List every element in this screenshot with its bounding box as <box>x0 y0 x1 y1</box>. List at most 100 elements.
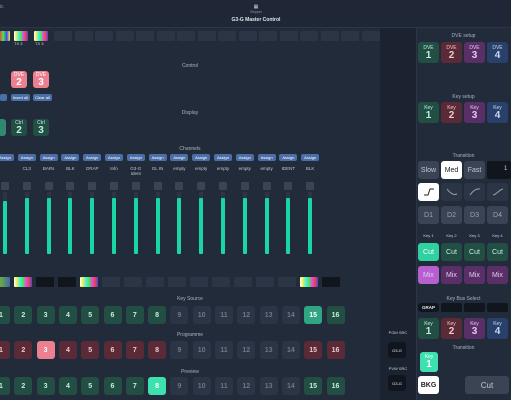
empty-thumb[interactable] <box>238 31 257 41</box>
key-bus-slot[interactable] <box>464 303 485 312</box>
programme-button[interactable]: 12 <box>237 341 256 359</box>
channel-fader-handle[interactable] <box>175 182 184 190</box>
speed-slow-button[interactable]: Slow <box>418 161 439 179</box>
key-source-button[interactable]: 4 <box>58 306 77 324</box>
source-thumb[interactable] <box>168 277 186 287</box>
preview-button[interactable]: 2 <box>14 377 33 395</box>
key-source-button[interactable]: 13 <box>259 306 278 324</box>
preview-button[interactable]: 14 <box>281 377 300 395</box>
key3-cut-button[interactable]: Cut <box>464 243 485 261</box>
source-thumb[interactable] <box>234 277 252 287</box>
dve-buttons-1[interactable]: DVE 1 <box>418 42 439 63</box>
key4-cut-button[interactable]: Cut <box>487 243 508 261</box>
dve-buttons-3[interactable]: DVE 3 <box>464 42 485 63</box>
channel-assign-button[interactable]: Assign <box>17 154 36 161</box>
preview-thumb[interactable] <box>14 31 28 41</box>
key-source-button[interactable]: 14 <box>281 306 300 324</box>
key-source-button[interactable]: 6 <box>103 306 122 324</box>
programme-button[interactable]: 2 <box>14 341 33 359</box>
programme-button[interactable]: 8 <box>148 341 167 359</box>
key-bus_buttons-1[interactable]: Key 1 <box>418 318 439 339</box>
programme-button[interactable]: 5 <box>81 341 100 359</box>
preview-button[interactable]: 13 <box>259 377 278 395</box>
channel-assign-button[interactable]: Assign <box>0 154 14 161</box>
source-thumb[interactable] <box>80 277 98 287</box>
empty-thumb[interactable] <box>197 31 216 41</box>
empty-thumb[interactable] <box>115 31 134 41</box>
dve-buttons-4[interactable]: DVE 4 <box>487 42 508 63</box>
duration-d3-button[interactable]: D3 <box>464 206 485 224</box>
source-thumb[interactable] <box>146 277 164 287</box>
channel-fader-handle[interactable] <box>44 182 53 190</box>
programme-button[interactable]: 15 <box>304 341 323 359</box>
key-bus-slot[interactable] <box>487 303 508 312</box>
channel-assign-button[interactable]: Assign <box>235 154 254 161</box>
key1-cut-button[interactable]: Cut <box>418 243 439 261</box>
source-thumb[interactable] <box>300 277 318 287</box>
source-thumb[interactable] <box>58 277 76 287</box>
dve-buttons-2[interactable]: DVE 2 <box>441 42 462 63</box>
control-dve-3-button[interactable]: DVE 3 <box>33 71 49 88</box>
programme-button[interactable]: 10 <box>192 341 211 359</box>
programme-button[interactable]: 6 <box>103 341 122 359</box>
display-ctrl-3-button[interactable]: Ctrl 3 <box>33 119 49 136</box>
key-buttons-2[interactable]: Key 2 <box>441 102 462 123</box>
programme-button[interactable]: 4 <box>58 341 77 359</box>
channel-assign-button[interactable]: Assign <box>148 154 167 161</box>
transition-key1-button[interactable]: Key 1 <box>420 352 438 372</box>
preview-button[interactable]: 7 <box>125 377 144 395</box>
source-thumb[interactable] <box>322 277 340 287</box>
empty-thumb[interactable] <box>341 31 359 41</box>
channel-fader-handle[interactable] <box>197 182 206 190</box>
channel-fader-handle[interactable] <box>262 182 271 190</box>
empty-thumb[interactable] <box>74 31 93 41</box>
source-thumb[interactable] <box>124 277 142 287</box>
key-source-button[interactable]: 3 <box>36 306 55 324</box>
preview-button[interactable]: 12 <box>237 377 256 395</box>
pgm-src-value[interactable]: G3-G <box>388 342 406 358</box>
key-source-button[interactable]: 2 <box>14 306 33 324</box>
preview-button[interactable]: 5 <box>81 377 100 395</box>
programme-button[interactable]: 3 <box>36 341 55 359</box>
channel-fader-handle[interactable] <box>153 182 162 190</box>
preview-button[interactable]: 1 <box>0 377 10 395</box>
key-source-button[interactable]: 15 <box>304 306 323 324</box>
key-source-button[interactable]: 9 <box>170 306 189 324</box>
assign-small-button[interactable] <box>0 94 7 101</box>
preview-button[interactable]: 15 <box>304 377 323 395</box>
preview-button[interactable]: 4 <box>58 377 77 395</box>
source-thumb[interactable] <box>14 277 32 287</box>
channel-assign-button[interactable]: Assign <box>39 154 58 161</box>
source-thumb[interactable] <box>102 277 120 287</box>
channel-assign-button[interactable]: Assign <box>61 154 80 161</box>
key4-mix-button[interactable]: Mix <box>487 266 508 284</box>
key1-mix-button[interactable]: Mix <box>418 266 439 284</box>
preview-button[interactable]: 8 <box>148 377 167 395</box>
programme-button[interactable]: 7 <box>125 341 144 359</box>
speed-med-button[interactable]: Med <box>441 161 462 179</box>
programme-button[interactable]: 11 <box>215 341 233 359</box>
duration-d1-button[interactable]: D1 <box>418 206 439 224</box>
key-source-button[interactable]: 7 <box>125 306 144 324</box>
preview-button[interactable]: 16 <box>326 377 345 395</box>
preview-button[interactable]: 6 <box>103 377 122 395</box>
curve-linear-icon[interactable] <box>418 183 439 201</box>
empty-thumb[interactable] <box>361 31 380 41</box>
empty-thumb[interactable] <box>259 31 277 41</box>
key-source-button[interactable]: 10 <box>192 306 211 324</box>
programme-button[interactable]: 9 <box>170 341 189 359</box>
preview-thumb[interactable] <box>0 31 10 41</box>
source-thumb[interactable] <box>36 277 54 287</box>
programme-button[interactable]: 13 <box>259 341 278 359</box>
source-thumb[interactable] <box>256 277 274 287</box>
control-dve-2-button[interactable]: DVE 2 <box>11 71 27 88</box>
key-bus_buttons-4[interactable]: Key 4 <box>487 318 508 339</box>
key-source-button[interactable]: 12 <box>237 306 256 324</box>
display-ctrl-2-button[interactable]: Ctrl 2 <box>11 119 27 136</box>
source-thumb[interactable] <box>190 277 208 287</box>
channel-assign-button[interactable]: Assign <box>170 154 189 161</box>
programme-button[interactable]: 14 <box>281 341 300 359</box>
speed-fast-button[interactable]: Fast <box>464 161 485 179</box>
key-buttons-3[interactable]: Key 3 <box>464 102 485 123</box>
channel-assign-button[interactable]: Assign <box>257 154 276 161</box>
